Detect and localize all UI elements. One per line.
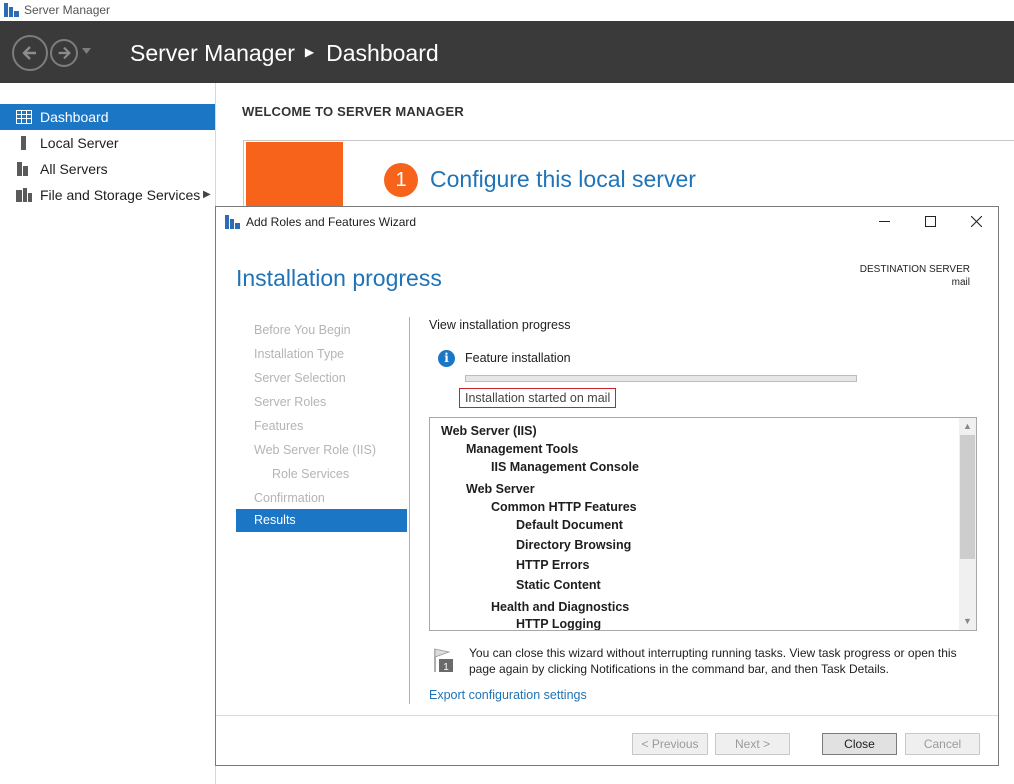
list-item: Common HTTP Features [491,500,637,514]
destination-server: DESTINATION SERVER mail [860,263,970,289]
wizard-step-label: Results [254,513,296,527]
list-item: Directory Browsing [516,538,632,552]
welcome-heading: WELCOME TO SERVER MANAGER [242,104,464,119]
close-button[interactable]: Close [822,733,897,755]
previous-button[interactable]: < Previous [632,733,708,755]
configure-local-server-link[interactable]: Configure this local server [430,166,696,193]
arrow-left-icon [22,46,36,60]
next-button[interactable]: Next > [715,733,790,755]
list-item: HTTP Errors [516,558,590,572]
close-icon [970,215,982,228]
destination-server-value: mail [951,277,970,288]
scroll-up-icon[interactable]: ▲ [959,418,976,435]
breadcrumb-separator-icon: ▶ [304,45,315,59]
close-wizard-note: You can close this wizard without interr… [469,646,957,676]
export-configuration-link[interactable]: Export configuration settings [429,688,587,702]
scroll-down-icon[interactable]: ▼ [959,613,976,630]
results-list[interactable]: Web Server (IIS) Management Tools IIS Ma… [429,417,977,631]
list-item: Management Tools [466,442,579,456]
header-bar: Server Manager ▶ Dashboard [0,21,1014,83]
wizard-page-title: Installation progress [236,265,442,291]
dialog-title: Add Roles and Features Wizard [246,215,417,229]
dashboard-icon [16,110,32,124]
wizard-step: Role Services [272,467,350,481]
chevron-right-icon[interactable]: ▶ [203,182,211,208]
storage-icon [16,188,32,202]
servers-icon [17,162,28,176]
list-item: Web Server (IIS) [441,424,537,438]
list-item: HTTP Logging [516,617,602,631]
close-window-button[interactable] [953,207,999,238]
wizard-step: Confirmation [254,491,325,505]
maximize-button[interactable] [907,207,953,238]
wizard-step: Installation Type [254,347,345,361]
sidebar-item-local-server[interactable]: Local Server [0,130,215,156]
breadcrumb-page: Dashboard [326,40,439,66]
sidebar-item-label: All Servers [40,161,108,177]
quick-start-tile [246,142,343,212]
sidebar: Dashboard Local Server All Servers File … [0,83,216,784]
scroll-thumb[interactable] [960,435,975,559]
sidebar-item-all-servers[interactable]: All Servers [0,156,215,182]
cancel-button[interactable]: Cancel [905,733,980,755]
list-item: Health and Diagnostics [491,600,630,614]
wizard-step: Server Selection [254,371,346,385]
installation-status: Installation started on mail [459,388,617,408]
back-button[interactable] [12,35,48,71]
wizard-step: Before You Begin [254,323,351,337]
minimize-button[interactable] [861,207,907,238]
arrow-right-icon [58,46,71,60]
list-item: Default Document [516,518,623,532]
server-manager-icon [4,3,19,17]
breadcrumb: Server Manager ▶ Dashboard [130,40,439,67]
step-number-badge: 1 [384,163,418,197]
list-item: Static Content [516,578,601,592]
maximize-icon [924,216,936,227]
view-progress-label: View installation progress [429,318,571,332]
notification-badge: 1 [443,662,449,673]
wizard-step: Features [254,419,304,433]
sidebar-item-label: File and Storage Services [40,187,201,203]
wizard-app-icon [225,215,240,229]
list-item: IIS Management Console [491,460,639,474]
info-icon: i [438,350,455,367]
sidebar-item-file-storage[interactable]: File and Storage Services ▶ [0,182,215,208]
steps-divider [409,317,410,704]
notification-flag-icon: 1 [434,648,453,673]
minimize-icon [878,221,890,222]
footer-divider [216,715,998,716]
window-titlebar: Server Manager [0,0,1014,21]
window-title: Server Manager [24,3,111,17]
sidebar-item-label: Dashboard [40,109,109,125]
forward-button[interactable] [50,39,78,67]
dialog-titlebar: Add Roles and Features Wizard [216,207,998,238]
installation-progress-bar [465,375,857,382]
wizard-step: Server Roles [254,395,327,409]
add-roles-wizard-dialog: Add Roles and Features Wizard Installati… [215,206,999,766]
list-item: Web Server [466,482,535,496]
server-icon [21,136,26,150]
breadcrumb-app[interactable]: Server Manager [130,40,295,66]
vertical-scrollbar[interactable]: ▲ ▼ [959,418,976,630]
wizard-step-results[interactable]: Results [236,509,407,532]
feature-installation-label: Feature installation [465,351,571,365]
history-dropdown-icon[interactable] [82,48,91,54]
wizard-step: Web Server Role (IIS) [254,443,377,457]
destination-server-label: DESTINATION SERVER [859,264,970,275]
sidebar-item-dashboard[interactable]: Dashboard [0,104,215,130]
sidebar-item-label: Local Server [40,135,119,151]
